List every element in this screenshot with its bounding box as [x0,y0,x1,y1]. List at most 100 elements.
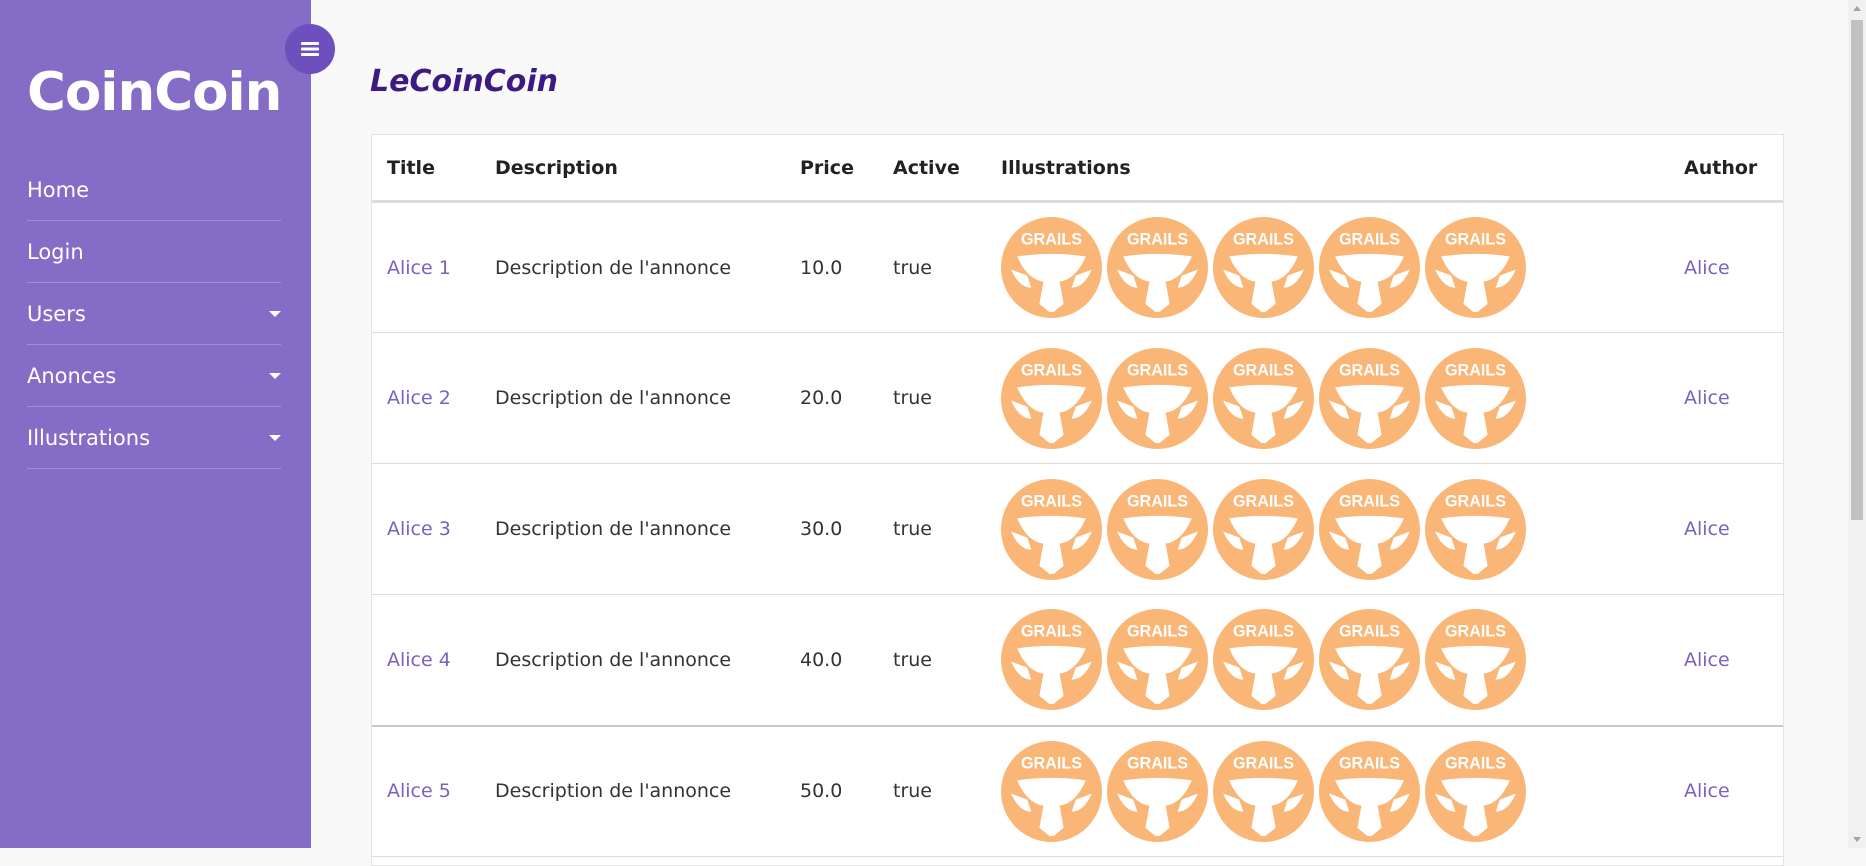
grails-logo-text: GRAILS [1021,361,1082,379]
grails-logo-icon[interactable]: GRAILS [1319,217,1420,318]
cell-description: Description de l'annonce [480,201,785,333]
cell-illustrations: GRAILS GRAILS GRAILS GRAILS GRAILS [986,332,1669,464]
annonce-title-link[interactable]: Alice 1 [387,257,451,279]
sidebar-nav: Home Login Users Anonces Illustrations [27,159,281,469]
table-row: Alice 5 Description de l'annonce 50.0 true G… [372,725,1783,857]
cell-author: Alice [1669,725,1783,857]
sidebar-item-illustrations[interactable]: Illustrations [27,407,281,469]
cell-author: Alice [1669,594,1783,727]
annonce-title-link[interactable]: Alice 2 [387,387,451,409]
sidebar-toggle-button[interactable] [285,24,335,74]
grails-logo-icon[interactable]: GRAILS [1213,217,1314,318]
illustration-list: GRAILS GRAILS GRAILS GRAILS GRAILS [1001,347,1669,449]
scroll-down-arrow-icon[interactable] [1853,837,1861,842]
cell-active: true [878,201,986,333]
table-row: Alice 2 Description de l'annonce 20.0 true G… [372,332,1783,464]
grails-logo-text: GRAILS [1233,361,1294,379]
cell-title: Alice 3 [372,463,480,595]
cell-author: Alice [1669,463,1783,595]
brand-logo[interactable]: CoinCoin [27,62,282,123]
vertical-scrollbar[interactable] [1848,0,1866,848]
cell-title: Alice 5 [372,725,480,857]
grails-logo-text: GRAILS [1127,754,1188,772]
grails-logo-icon[interactable]: GRAILS [1107,609,1208,711]
grails-logo-text: GRAILS [1445,361,1506,379]
sidebar-item-home[interactable]: Home [27,159,281,221]
cell-price: 30.0 [785,463,878,595]
grails-logo-icon[interactable]: GRAILS [1001,347,1102,449]
illustration-list: GRAILS GRAILS GRAILS GRAILS GRAILS [1001,217,1669,318]
grails-logo-text: GRAILS [1445,623,1506,641]
cell-illustrations: GRAILS GRAILS GRAILS GRAILS GRAILS [986,201,1669,333]
grails-logo-text: GRAILS [1233,623,1294,641]
annonce-title-link[interactable]: Alice 5 [387,780,451,802]
grails-logo-icon[interactable]: GRAILS [1213,609,1314,711]
grails-logo-text: GRAILS [1127,361,1188,379]
grails-logo-text: GRAILS [1339,230,1400,248]
grails-logo-text: GRAILS [1127,230,1188,248]
column-header-active[interactable]: Active [878,135,986,203]
page-title: LeCoinCoin [370,64,558,99]
table-header-row: Title Description Price Active Illustrat… [372,135,1783,203]
grails-logo-icon[interactable]: GRAILS [1425,217,1526,318]
column-header-description[interactable]: Description [480,135,785,203]
annonce-title-link[interactable]: Alice 4 [387,649,451,671]
grails-logo-icon[interactable]: GRAILS [1319,478,1420,580]
cell-price: 20.0 [785,332,878,464]
grails-logo-icon[interactable]: GRAILS [1425,478,1526,580]
grails-logo-icon[interactable]: GRAILS [1001,217,1102,318]
column-header-illustrations: Illustrations [986,135,1669,203]
grails-logo-text: GRAILS [1021,754,1082,772]
grails-logo-icon[interactable]: GRAILS [1319,347,1420,449]
illustration-list: GRAILS GRAILS GRAILS GRAILS GRAILS [1001,478,1669,580]
column-header-price[interactable]: Price [785,135,878,203]
author-link[interactable]: Alice [1684,649,1730,671]
sidebar: CoinCoin Home Login Users Anonces Illust… [0,0,311,848]
grails-logo-text: GRAILS [1021,623,1082,641]
hamburger-icon [301,42,319,56]
caret-down-icon [269,434,281,441]
grails-logo-icon[interactable]: GRAILS [1107,478,1208,580]
cell-active: true [878,332,986,464]
grails-logo-icon[interactable]: GRAILS [1425,609,1526,711]
sidebar-item-login[interactable]: Login [27,221,281,283]
grails-logo-text: GRAILS [1445,754,1506,772]
grails-logo-text: GRAILS [1445,230,1506,248]
grails-logo-icon[interactable]: GRAILS [1107,217,1208,318]
grails-logo-icon[interactable]: GRAILS [1425,347,1526,449]
cell-author: Alice [1669,332,1783,464]
grails-logo-text: GRAILS [1021,492,1082,510]
annonce-title-link[interactable]: Alice 3 [387,518,451,540]
grails-logo-icon[interactable]: GRAILS [1213,347,1314,449]
caret-down-icon [269,372,281,379]
scrollbar-thumb[interactable] [1851,20,1863,520]
grails-logo-icon[interactable]: GRAILS [1107,347,1208,449]
grails-logo-icon[interactable]: GRAILS [1319,609,1420,711]
grails-logo-icon[interactable]: GRAILS [1213,478,1314,580]
grails-logo-text: GRAILS [1127,492,1188,510]
grails-logo-icon[interactable]: GRAILS [1319,740,1420,842]
column-header-title[interactable]: Title [372,135,480,203]
grails-logo-icon[interactable]: GRAILS [1107,740,1208,842]
scroll-up-arrow-icon[interactable] [1853,6,1861,11]
column-header-author[interactable]: Author [1669,135,1783,203]
sidebar-item-label: Illustrations [27,425,151,450]
grails-logo-icon[interactable]: GRAILS [1001,740,1102,842]
sidebar-item-anonces[interactable]: Anonces [27,345,281,407]
sidebar-item-users[interactable]: Users [27,283,281,345]
cell-title: Alice 1 [372,201,480,333]
author-link[interactable]: Alice [1684,780,1730,802]
sidebar-item-label: Home [27,177,90,202]
grails-logo-icon[interactable]: GRAILS [1213,740,1314,842]
annonces-table-card: Title Description Price Active Illustrat… [371,134,1784,866]
cell-active: true [878,463,986,595]
grails-logo-icon[interactable]: GRAILS [1001,478,1102,580]
cell-illustrations: GRAILS GRAILS GRAILS GRAILS GRAILS [986,594,1669,727]
grails-logo-icon[interactable]: GRAILS [1001,609,1102,711]
grails-logo-icon[interactable]: GRAILS [1425,740,1526,842]
illustration-list: GRAILS GRAILS GRAILS GRAILS GRAILS [1001,609,1669,711]
author-link[interactable]: Alice [1684,518,1730,540]
cell-title: Alice 4 [372,594,480,727]
author-link[interactable]: Alice [1684,387,1730,409]
author-link[interactable]: Alice [1684,257,1730,279]
